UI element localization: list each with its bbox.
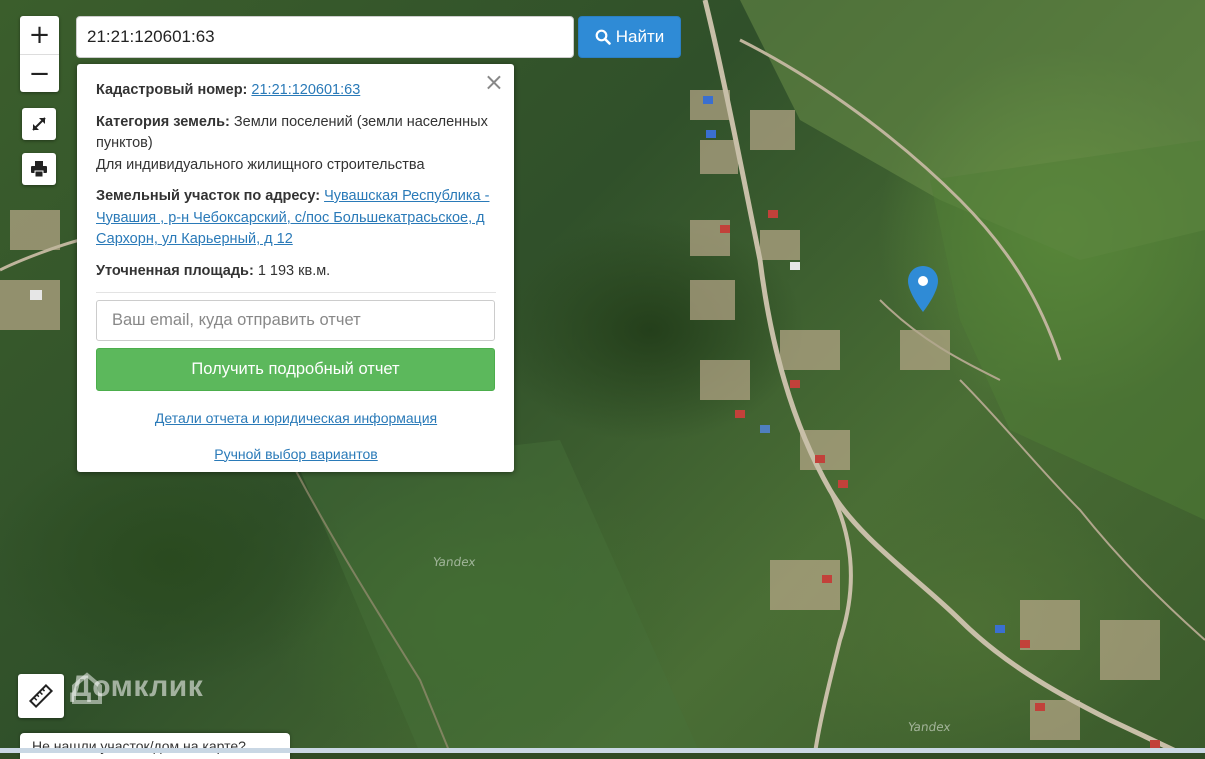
email-field[interactable]: Ваш email, куда отправить отчет: [96, 300, 495, 341]
fullscreen-button[interactable]: [22, 108, 56, 140]
zoom-out-icon: −: [28, 59, 51, 89]
cadastral-link[interactable]: 21:21:120601:63: [251, 82, 360, 98]
usage-value: Для индивидуального жилищного строительс…: [96, 156, 425, 173]
area-value: 1 193 кв.м.: [257, 262, 331, 279]
area-row: Уточненная площадь: 1 193 кв.м.: [96, 261, 496, 283]
parcel-info-popup: × Кадастровый номер: 21:21:120601:63 Кат…: [77, 64, 514, 472]
zoom-in-button[interactable]: +: [20, 16, 59, 55]
location-pin-icon[interactable]: [906, 264, 940, 314]
bottom-bar: [0, 748, 1205, 753]
domclick-logo-icon: [72, 672, 102, 704]
category-row: Категория земель: Земли поселений (земли…: [96, 112, 496, 177]
map-watermark: Yandex: [432, 555, 477, 569]
domclick-watermark: Домклик: [70, 670, 203, 704]
get-report-button[interactable]: Получить подробный отчет: [96, 348, 495, 391]
area-label: Уточненная площадь:: [96, 262, 254, 279]
fullscreen-icon: [32, 117, 46, 131]
ruler-icon: [28, 683, 54, 709]
cadastral-label: Кадастровый номер:: [96, 82, 248, 98]
search-input[interactable]: [76, 16, 574, 58]
close-icon[interactable]: ×: [484, 70, 504, 94]
not-found-tip[interactable]: Не нашли участок/дом на карте?: [20, 733, 290, 759]
address-row: Земельный участок по адресу: Чувашская Р…: [96, 186, 496, 251]
address-label: Земельный участок по адресу:: [96, 188, 321, 204]
manual-selection-link[interactable]: Ручной выбор вариантов: [96, 444, 496, 466]
category-label: Категория земель:: [96, 113, 230, 130]
print-button[interactable]: [22, 153, 56, 185]
search-button[interactable]: Найти: [578, 16, 681, 58]
ruler-button[interactable]: [18, 674, 64, 718]
search-icon: [595, 29, 611, 45]
search-button-label: Найти: [615, 27, 665, 46]
report-details-link[interactable]: Детали отчета и юридическая информация: [96, 408, 496, 430]
map-watermark: Yandex: [907, 720, 952, 734]
zoom-in-icon: +: [28, 20, 51, 50]
zoom-control: + −: [20, 16, 59, 92]
zoom-out-button[interactable]: −: [20, 55, 59, 93]
cadastral-row: Кадастровый номер: 21:21:120601:63: [96, 80, 496, 102]
divider: [96, 292, 496, 293]
print-icon: [31, 161, 47, 178]
